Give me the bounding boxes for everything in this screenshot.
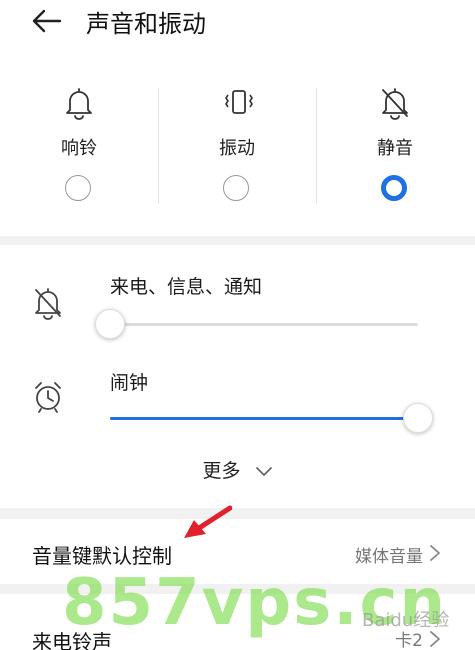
bell-icon	[66, 88, 92, 120]
volume-key-control-title: 音量键默认控制	[32, 544, 172, 568]
mode-vibrate[interactable]: 振动	[158, 82, 316, 212]
chevron-down-icon	[255, 466, 272, 476]
volume-ringtone-row: 来电、信息、通知	[0, 262, 475, 352]
vibrate-icon	[225, 90, 253, 114]
mode-ring[interactable]: 响铃	[0, 82, 158, 212]
volume-ringtone-slider[interactable]	[95, 309, 418, 339]
volume-key-control-value: 媒体音量	[355, 547, 423, 567]
more-label: 更多	[202, 460, 241, 482]
bell-muted-icon	[382, 88, 408, 120]
volume-alarm-fill	[110, 417, 418, 420]
mode-silent-label: 静音	[377, 138, 413, 159]
more-button[interactable]: 更多	[0, 456, 475, 486]
back-button[interactable]	[30, 6, 64, 36]
arrow-left-icon	[32, 9, 62, 33]
top-bar: 声音和振动	[0, 0, 475, 48]
mode-ring-radio[interactable]	[65, 175, 91, 201]
mode-silent[interactable]: 静音	[316, 82, 474, 212]
volume-ringtone-label: 来电、信息、通知	[110, 276, 263, 298]
mode-ring-label: 响铃	[61, 138, 97, 159]
page-title: 声音和振动	[86, 10, 206, 38]
mode-silent-radio[interactable]	[381, 175, 407, 201]
annotation-arrow-icon	[184, 505, 232, 538]
bell-muted-icon	[35, 288, 61, 320]
volume-alarm-row: 闹钟	[0, 356, 475, 446]
chevron-right-icon	[430, 545, 440, 561]
volume-alarm-thumb[interactable]	[403, 403, 433, 433]
watermark-brand: Baidu经验	[362, 610, 450, 631]
alarm-clock-icon	[35, 382, 61, 413]
volume-ringtone-thumb[interactable]	[95, 309, 125, 339]
mode-vibrate-radio[interactable]	[223, 175, 249, 201]
mode-vibrate-label: 振动	[219, 138, 255, 159]
volume-alarm-slider[interactable]	[110, 403, 433, 433]
section-separator	[0, 508, 475, 519]
volume-alarm-label: 闹钟	[110, 372, 149, 394]
sound-mode-selector: 响铃 振动 静音	[0, 82, 475, 212]
section-separator	[0, 236, 475, 245]
